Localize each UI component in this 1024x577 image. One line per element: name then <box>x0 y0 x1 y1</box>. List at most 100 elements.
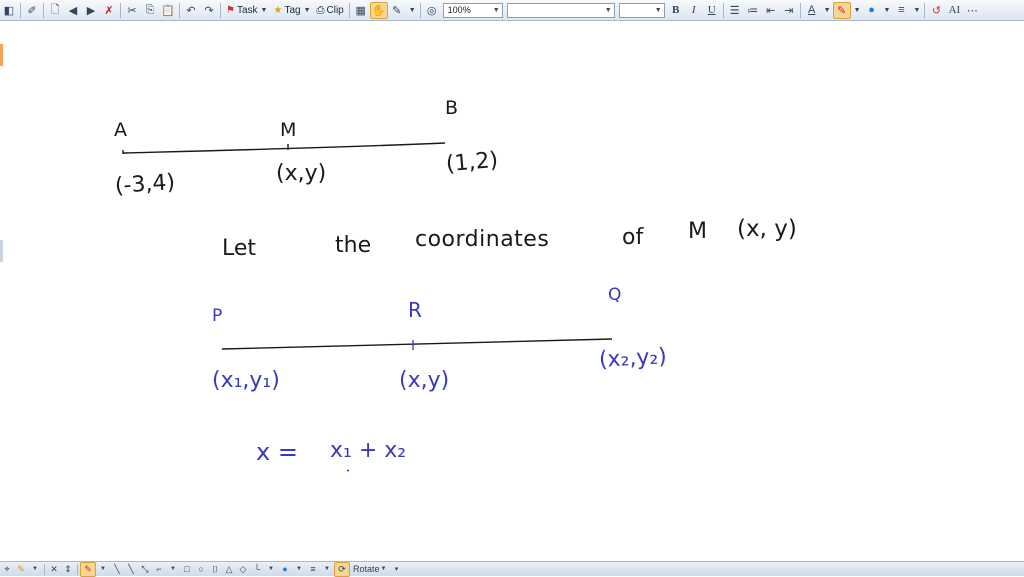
chevron-down-icon: ▼ <box>492 6 500 14</box>
point-b-coords: (1,2) <box>444 147 500 178</box>
font-size-select[interactable]: ▼ <box>618 2 665 18</box>
numbered-list-icon[interactable]: ≔ <box>744 2 762 19</box>
bullet-list-icon[interactable]: ☰ <box>726 2 744 19</box>
rotate-button[interactable]: Rotate ▼ <box>350 563 389 576</box>
text-size-icon[interactable]: AI <box>945 2 963 19</box>
pen-tool-dropdown[interactable]: ▼ <box>406 2 418 19</box>
zoom-value: 100% <box>447 5 471 15</box>
delete-page-icon[interactable]: ✗ <box>100 2 118 19</box>
point-a-label: A <box>114 119 127 141</box>
line-tool-icon[interactable]: ╲ <box>110 563 124 576</box>
color-picker-icon[interactable]: ● <box>278 563 292 576</box>
rotate-icon[interactable]: ⟳ <box>334 561 350 577</box>
back-arrow-icon[interactable]: ◀ <box>64 2 82 19</box>
toolbar-separator <box>799 2 801 18</box>
chevron-down-icon[interactable]: ▼ <box>264 563 278 576</box>
zoom-select[interactable]: 100% ▼ <box>442 2 503 18</box>
tag-button[interactable]: ★ Tag ▼ <box>270 2 313 19</box>
ellipse-icon[interactable]: ○ <box>194 563 208 576</box>
statement-word-of: of <box>622 225 644 250</box>
toolbar-separator <box>220 2 221 18</box>
toolbar-separator <box>20 2 21 18</box>
indent-icon[interactable]: ⇥ <box>780 2 798 19</box>
paste-icon[interactable]: 📋 <box>159 2 177 19</box>
tag-label: Tag <box>284 4 301 16</box>
chevron-down-icon: ▼ <box>853 6 861 14</box>
panel-toggle-icon[interactable]: ◧ <box>0 2 18 19</box>
fill-color-icon[interactable]: ● <box>863 2 881 19</box>
formula-lhs: x = <box>256 438 298 466</box>
page-marker <box>0 44 3 66</box>
forward-arrow-icon[interactable]: ▶ <box>82 2 100 19</box>
double-arrow-icon[interactable]: ⤡ <box>138 563 152 576</box>
chevron-down-icon[interactable]: ▼ <box>292 563 306 576</box>
point-q-coords: (x₂,y₂) <box>598 344 668 373</box>
triangle-icon[interactable]: △ <box>222 563 236 576</box>
toolbar-separator <box>120 2 121 18</box>
statement-word-the: the <box>335 233 372 258</box>
diamond-icon[interactable]: ◇ <box>236 563 250 576</box>
font-name-select[interactable]: ▼ <box>506 2 615 18</box>
underline-button[interactable]: U <box>703 2 721 19</box>
connector-icon[interactable]: ⌐ <box>152 563 166 576</box>
point-r-coords: (x,y) <box>399 368 450 393</box>
highlighter-dropdown[interactable]: ▼ <box>851 2 863 19</box>
line-weight-icon[interactable]: ≡ <box>306 563 320 576</box>
copy-icon[interactable]: ⎘ <box>141 2 159 19</box>
fill-color-dropdown[interactable]: ▼ <box>881 2 893 19</box>
undo-icon[interactable]: ↶ <box>182 2 200 19</box>
outdent-icon[interactable]: ⇤ <box>762 2 780 19</box>
zoom-icon[interactable]: ◎ <box>423 2 441 19</box>
task-button[interactable]: ⚑ Task ▼ <box>223 2 270 19</box>
statement-word-coordinates: coordinates <box>415 227 550 252</box>
chevron-down-icon[interactable]: ▼ <box>96 563 110 576</box>
flag-icon: ⚑ <box>226 4 235 16</box>
pen-tool-icon[interactable]: ✎ <box>80 561 96 577</box>
font-color-icon[interactable]: A <box>803 2 821 19</box>
rectangle-icon[interactable]: □ <box>180 563 194 576</box>
point-q-label: Q <box>608 285 622 305</box>
toolbar-separator <box>722 2 724 18</box>
chevron-down-icon[interactable]: ▼ <box>28 563 42 576</box>
chevron-down-icon: ▼ <box>883 6 891 14</box>
font-color-dropdown[interactable]: ▼ <box>821 2 833 19</box>
highlighter-tool-icon[interactable]: ✎ <box>14 563 28 576</box>
lasso-icon[interactable]: ↺ <box>927 2 945 19</box>
cylinder-icon[interactable]: ⌷ <box>208 563 222 576</box>
italic-button[interactable]: I <box>685 2 703 19</box>
chevron-down-icon[interactable]: ▼ <box>166 563 180 576</box>
toolbar-separator <box>924 2 926 18</box>
insert-space-icon[interactable]: ⇕ <box>61 563 75 576</box>
hand-tool-icon[interactable]: ✋ <box>369 1 388 19</box>
eraser-x-icon[interactable]: ✕ <box>47 563 61 576</box>
more-tools-icon[interactable]: ▾ <box>389 563 403 576</box>
main-toolbar: ◧ ✐ 🗋 ◀ ▶ ✗ ✂ ⎘ 📋 ↶ ↷ ⚑ Task ▼ ★ Tag ▼ ⎙… <box>0 0 1024 21</box>
chevron-down-icon: ▼ <box>260 6 268 14</box>
highlighter-icon[interactable]: ✎ <box>832 1 851 19</box>
statement-word-m: M <box>688 219 707 244</box>
chevron-down-icon[interactable]: ▼ <box>320 563 334 576</box>
chevron-down-icon: ▼ <box>604 6 612 14</box>
point-p-coords: (x₁,y₁) <box>212 368 280 393</box>
toolbar-separator <box>179 2 180 18</box>
clip-button[interactable]: ⎙ Clip <box>314 2 347 19</box>
lasso-select-icon[interactable]: ⌖ <box>0 563 14 576</box>
page-marker <box>0 240 3 262</box>
cut-icon[interactable]: ✂ <box>123 2 141 19</box>
pen-tool-icon[interactable]: ✎ <box>388 2 406 19</box>
more-options-icon[interactable]: ⋯ <box>963 2 981 19</box>
toolbar-separator <box>419 2 421 18</box>
arrow-line-icon[interactable]: ╲ <box>124 563 138 576</box>
line-style-icon[interactable]: ≡ <box>892 2 910 19</box>
new-page-icon[interactable]: 🗋 <box>46 2 64 19</box>
line-style-dropdown[interactable]: ▼ <box>910 2 922 19</box>
bold-button[interactable]: B <box>667 2 685 19</box>
chevron-down-icon: ▼ <box>913 6 921 14</box>
left-rail <box>0 22 3 560</box>
redo-icon[interactable]: ↷ <box>200 2 218 19</box>
table-icon[interactable]: ▦ <box>352 2 370 19</box>
rotate-label: Rotate <box>353 564 380 574</box>
note-canvas[interactable] <box>0 22 1024 560</box>
axis-icon[interactable]: └ <box>250 563 264 576</box>
pen-select-icon[interactable]: ✐ <box>23 2 41 19</box>
